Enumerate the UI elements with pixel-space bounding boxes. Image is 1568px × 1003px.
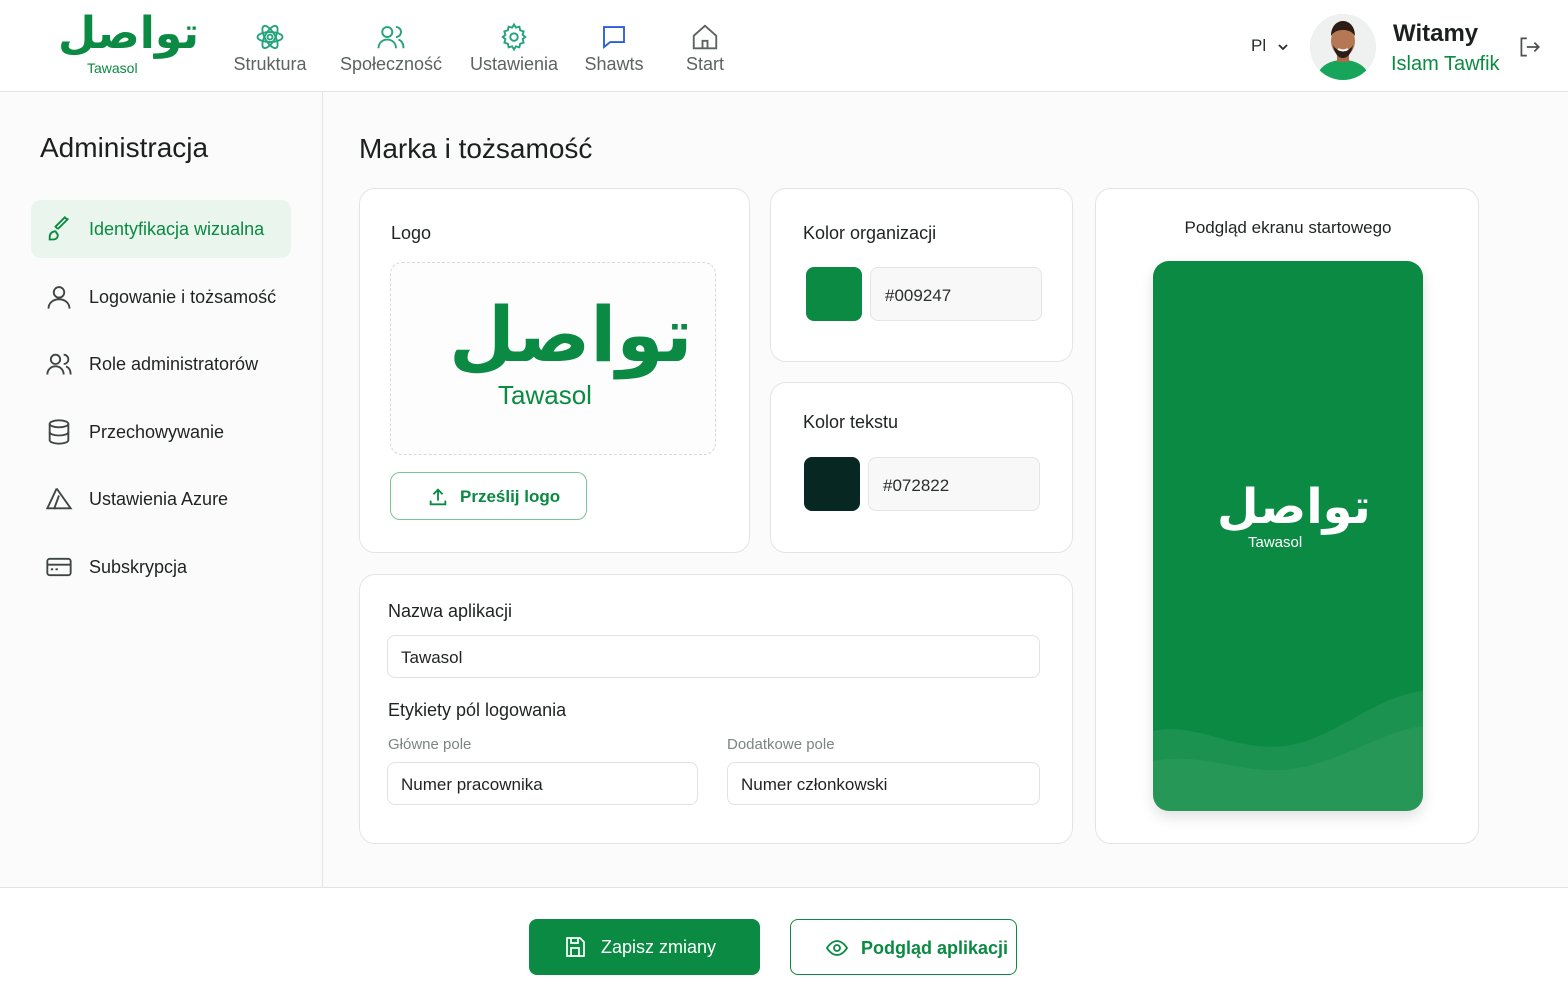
logo-preview-area[interactable]: تواصل Tawasol [390,262,716,455]
sidebar-item-azure-settings[interactable]: Ustawienia Azure [31,470,291,528]
sidebar-item-label: Przechowywanie [89,422,225,442]
sidebar-item-label: Role administratorów [89,354,259,374]
preview-app-label: Podgląd aplikacji [861,938,1009,958]
azure-icon [45,487,73,510]
logout-icon[interactable] [1516,34,1542,60]
primary-field-value: Numer pracownika [401,775,543,794]
sidebar: Administracja Identyfikacja wizualna Log… [0,92,323,887]
nav-item-start[interactable]: Start [676,18,734,80]
language-value: Pl [1251,36,1267,55]
app-name-value: Tawasol [401,648,463,667]
language-selector[interactable]: Pl [1251,36,1291,56]
sidebar-item-visual-identity[interactable]: Identyfikacja wizualna [31,200,291,258]
brand-logo[interactable]: تواصل Tawasol [58,12,199,80]
sidebar-item-storage[interactable]: Przechowywanie [31,403,291,461]
eye-icon [825,940,849,956]
primary-field-input[interactable]: Numer pracownika [387,762,698,805]
card-icon [46,557,72,577]
text-color-label: Kolor tekstu [803,412,899,432]
upload-logo-button[interactable]: Prześlij logo [390,472,587,520]
nav-item-shawts[interactable]: Shawts [580,18,648,80]
splash-preview-title: Podgląd ekranu startowego [1184,218,1392,237]
nav-item-struktura[interactable]: Struktura [226,18,314,80]
users-icon [46,353,72,375]
logo-preview-latin: Tawasol [498,380,592,410]
nav-item-ustawienia[interactable]: Ustawienia [466,18,562,80]
avatar[interactable] [1310,14,1376,80]
splash-logo-latin: Tawasol [1248,534,1303,551]
users-icon [377,26,405,49]
database-icon [48,419,70,445]
secondary-field-input[interactable]: Numer członkowski [727,762,1040,805]
sidebar-item-label: Subskrypcja [89,557,188,577]
secondary-field-value: Numer członkowski [741,775,888,794]
sidebar-item-admin-roles[interactable]: Role administratorów [31,335,291,393]
org-color-swatch[interactable] [806,267,862,321]
sidebar-item-label: Ustawienia Azure [89,489,229,509]
logo-card-label: Logo [391,223,432,243]
text-color-swatch[interactable] [804,457,860,511]
preview-app-button[interactable]: Podgląd aplikacji [790,919,1017,975]
chevron-down-icon [1278,43,1288,50]
app-name-label: Nazwa aplikacji [388,601,513,621]
gear-icon [501,22,527,52]
top-bar: تواصل Tawasol Struktura Społeczność Usta… [0,0,1568,92]
footer-action-bar: Zapisz zmiany Podgląd aplikacji [0,887,1568,1003]
brush-icon [48,216,69,241]
sidebar-item-label: Identyfikacja wizualna [89,219,265,239]
sidebar-item-label: Logowanie i tożsamość [89,287,277,307]
org-color-input[interactable]: #009247 [870,267,1042,321]
sidebar-item-login-identity[interactable]: Logowanie i tożsamość [31,268,291,326]
sidebar-title: Administracja [40,132,209,163]
nav-label: Start [685,54,724,74]
primary-field-label: Główne pole [388,736,472,753]
user-name: Islam Tawfik [1391,53,1500,75]
avatar-image [1310,14,1376,80]
org-color-label: Kolor organizacji [803,223,937,243]
text-color-value: #072822 [883,476,950,495]
chat-bubble-icon [603,26,625,49]
nav-label: Struktura [233,54,307,74]
atom-icon [256,24,284,50]
page-title: Marka i tożsamość [359,133,593,164]
login-fields-label: Etykiety pól logowania [388,700,567,720]
nav-item-spolecznosc[interactable]: Społeczność [336,18,446,80]
nav-label: Shawts [584,54,644,74]
user-icon [47,286,71,309]
splash-logo-arabic: تواصل [1217,479,1371,535]
welcome-text: Witamy [1393,20,1479,47]
save-changes-button[interactable]: Zapisz zmiany [529,919,760,975]
text-color-input[interactable]: #072822 [868,457,1040,511]
upload-icon [429,488,447,506]
splash-wave-decoration [1153,691,1423,811]
secondary-field-label: Dodatkowe pole [727,736,835,753]
upload-logo-label: Prześlij logo [460,487,561,506]
org-color-value: #009247 [885,286,952,305]
brand-logo-arabic: تواصل [58,8,199,59]
save-icon [566,937,585,957]
app-name-input[interactable]: Tawasol [387,635,1040,678]
splash-phone-preview: تواصل Tawasol [1153,261,1423,811]
logo-preview-arabic: تواصل [449,290,693,379]
brand-logo-latin: Tawasol [87,60,138,76]
home-icon [692,24,718,50]
save-changes-label: Zapisz zmiany [601,937,717,957]
nav-label: Ustawienia [469,54,559,74]
nav-label: Społeczność [339,54,443,74]
sidebar-item-subscription[interactable]: Subskrypcja [31,538,291,596]
